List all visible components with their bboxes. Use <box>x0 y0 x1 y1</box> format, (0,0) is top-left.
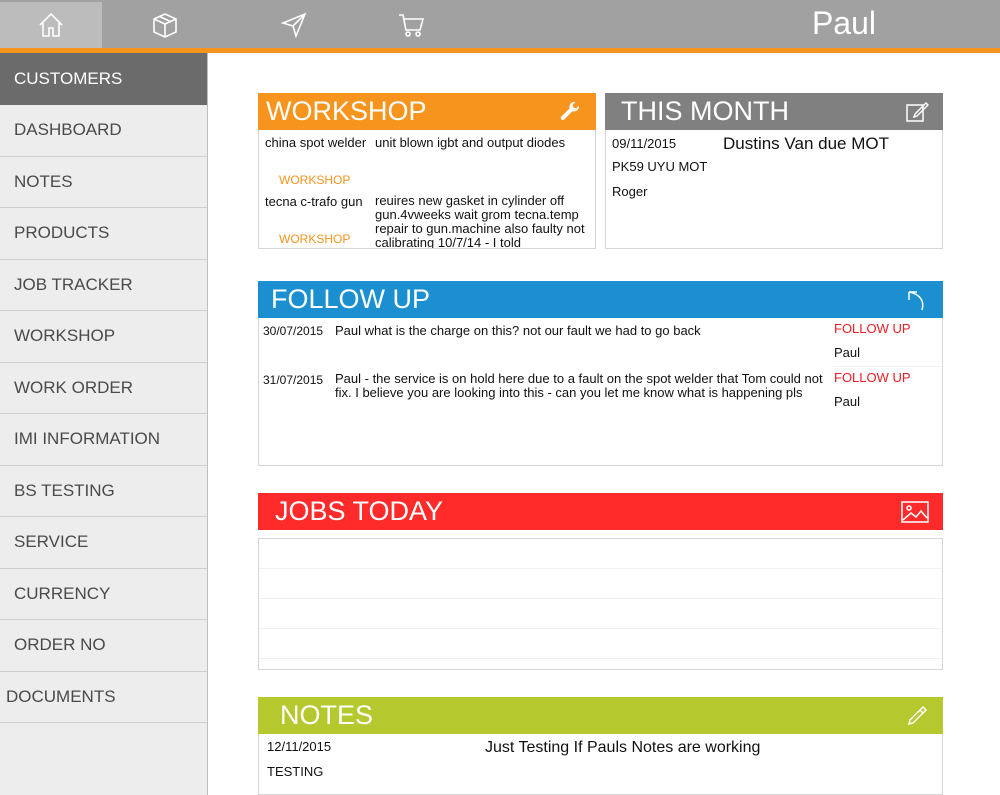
this-month-date: 09/11/2015 <box>612 136 677 151</box>
send-icon <box>280 12 307 39</box>
workshop-row-tag: WORKSHOP <box>279 173 351 187</box>
follow-up-person: Paul <box>834 345 861 360</box>
workshop-title: WORKSHOP <box>266 96 427 126</box>
pencil-icon[interactable] <box>905 704 929 728</box>
workshop-panel: WORKSHOP china spot welder unit blown ig… <box>258 93 596 249</box>
follow-up-tag: FOLLOW UP <box>834 370 911 385</box>
workshop-row-tag: WORKSHOP <box>279 232 351 246</box>
workshop-body: china spot welder unit blown igbt and ou… <box>258 130 596 249</box>
jobs-today-empty-row <box>259 539 942 569</box>
top-bar: Paul <box>0 0 1000 53</box>
nav-cart-button[interactable] <box>360 2 462 48</box>
edit-icon[interactable] <box>905 100 929 124</box>
follow-up-person: Paul <box>834 394 861 409</box>
follow-up-date: 30/07/2015 <box>263 324 324 338</box>
notes-title: NOTES <box>280 700 374 730</box>
this-month-header: THIS MONTH <box>605 93 943 130</box>
box-icon <box>153 13 177 38</box>
notes-tag: TESTING <box>267 764 324 779</box>
notes-header: NOTES <box>258 697 943 734</box>
jobs-today-empty-row <box>259 629 942 659</box>
workshop-row-item[interactable]: tecna c-trafo gun <box>265 194 363 209</box>
follow-up-divider <box>834 366 942 367</box>
sidebar-item-work-order[interactable]: WORK ORDER <box>0 363 207 414</box>
sidebar-item-workshop[interactable]: WORKSHOP <box>0 311 207 363</box>
workshop-row-item[interactable]: china spot welder <box>265 135 366 150</box>
follow-up-panel: FOLLOW UP 30/07/2015 Paul what is the ch… <box>258 281 943 466</box>
this-month-title: THIS MONTH <box>621 96 789 126</box>
jobs-today-title: JOBS TODAY <box>275 496 444 526</box>
nav-home-button[interactable] <box>0 2 102 48</box>
sidebar: CUSTOMERS DASHBOARD NOTES PRODUCTS JOB T… <box>0 53 208 795</box>
jobs-today-empty-row <box>259 599 942 629</box>
follow-up-title: FOLLOW UP <box>271 284 431 314</box>
jobs-today-body <box>258 538 943 670</box>
image-icon[interactable] <box>901 500 929 524</box>
workshop-row-desc: reuires new gasket in cylinder off gun.4… <box>375 193 585 249</box>
notes-panel: NOTES 12/11/2015 Just Testing If Pauls N… <box>258 697 943 795</box>
jobs-today-panel: JOBS TODAY <box>258 493 943 670</box>
follow-up-tag: FOLLOW UP <box>834 321 911 336</box>
sidebar-item-currency[interactable]: CURRENCY <box>0 569 207 620</box>
jobs-today-header: JOBS TODAY <box>258 493 943 530</box>
sidebar-item-customers[interactable]: CUSTOMERS <box>0 53 207 105</box>
sidebar-item-imi-information[interactable]: IMI INFORMATION <box>0 414 207 466</box>
user-name: Paul <box>811 5 876 41</box>
follow-up-text[interactable]: Paul what is the charge on this? not our… <box>335 323 825 338</box>
notes-date: 12/11/2015 <box>267 739 332 754</box>
sidebar-item-dashboard[interactable]: DASHBOARD <box>0 105 207 157</box>
jobs-today-empty-row <box>259 569 942 599</box>
this-month-body: 09/11/2015 Dustins Van due MOT PK59 UYU … <box>605 130 943 249</box>
nav-send-button[interactable] <box>243 2 345 48</box>
sidebar-item-order-no[interactable]: ORDER NO <box>0 620 207 672</box>
this-month-event-title[interactable]: Dustins Van due MOT <box>723 134 889 154</box>
sidebar-item-notes[interactable]: NOTES <box>0 157 207 208</box>
follow-up-body: 30/07/2015 Paul what is the charge on th… <box>258 318 943 466</box>
this-month-panel: THIS MONTH 09/11/2015 Dustins Van due MO… <box>605 93 943 249</box>
this-month-person: Roger <box>612 184 648 199</box>
notes-body: 12/11/2015 Just Testing If Pauls Notes a… <box>258 734 943 795</box>
cart-icon <box>399 14 425 37</box>
sidebar-item-products[interactable]: PRODUCTS <box>0 208 207 260</box>
notes-text[interactable]: Just Testing If Pauls Notes are working <box>485 739 760 757</box>
sidebar-item-bs-testing[interactable]: BS TESTING <box>0 466 207 517</box>
sidebar-item-documents[interactable]: DOCUMENTS <box>0 672 207 723</box>
workshop-row-desc: unit blown igbt and output diodes <box>375 135 566 150</box>
sidebar-item-service[interactable]: SERVICE <box>0 517 207 569</box>
nav-products-button[interactable] <box>114 2 216 48</box>
follow-up-text[interactable]: Paul - the service is on hold here due t… <box>335 372 825 400</box>
home-icon <box>39 12 63 37</box>
sidebar-item-job-tracker[interactable]: JOB TRACKER <box>0 260 207 311</box>
arrow-back-icon[interactable] <box>905 288 929 312</box>
workshop-header: WORKSHOP <box>258 93 596 130</box>
wrench-icon[interactable] <box>558 100 582 124</box>
this-month-reg: PK59 UYU MOT <box>612 159 708 174</box>
follow-up-header: FOLLOW UP <box>258 281 943 318</box>
follow-up-date: 31/07/2015 <box>263 373 324 387</box>
